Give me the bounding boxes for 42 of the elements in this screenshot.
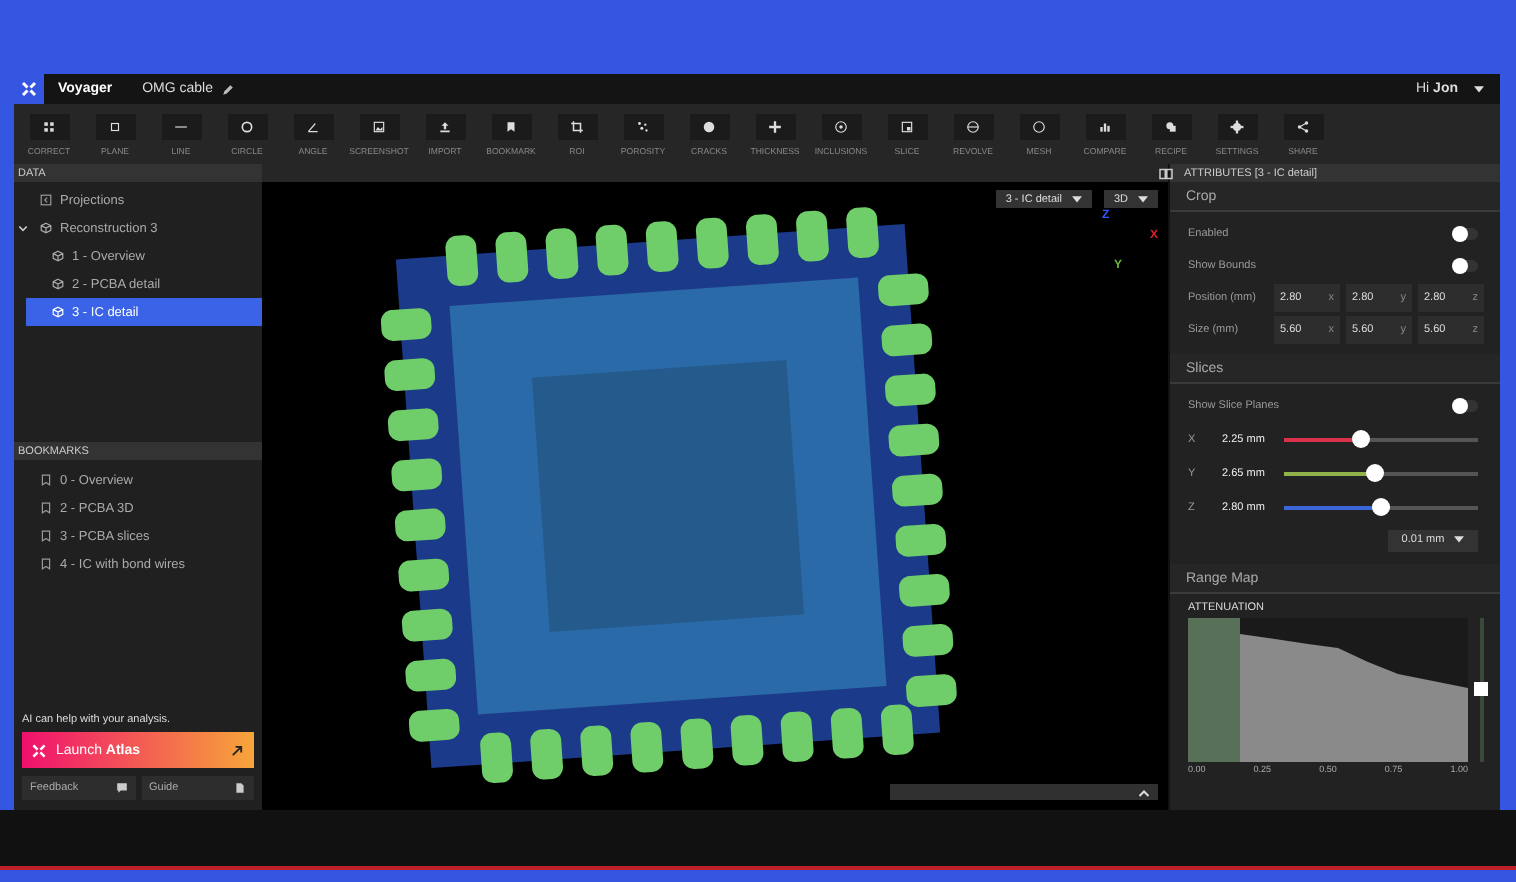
bar-chart-icon xyxy=(1098,119,1112,133)
cube-icon xyxy=(52,250,64,262)
slider-thumb[interactable] xyxy=(1474,682,1488,696)
disc-icon xyxy=(702,119,716,133)
target-icon xyxy=(834,119,848,133)
cube-icon xyxy=(52,306,64,318)
crop-icon xyxy=(570,119,584,133)
image-icon xyxy=(40,194,52,206)
circle-icon xyxy=(240,119,254,133)
share-icon xyxy=(1296,119,1310,133)
square-icon xyxy=(900,119,914,133)
caret-icon xyxy=(1071,195,1082,203)
angle-icon xyxy=(306,119,320,133)
circle-icon xyxy=(1032,119,1046,133)
chat-icon xyxy=(115,782,127,795)
toggle-switch[interactable] xyxy=(1454,228,1478,240)
cube-icon xyxy=(40,222,52,234)
toggle-switch[interactable] xyxy=(1454,260,1478,272)
globe-icon xyxy=(966,119,980,133)
chevron-icon xyxy=(18,223,28,233)
pencil-icon[interactable] xyxy=(221,83,234,95)
bookmark-icon xyxy=(40,530,52,542)
upload-icon xyxy=(438,119,452,133)
document-icon xyxy=(234,782,246,795)
bookmark-icon xyxy=(40,558,52,570)
caret-icon xyxy=(1138,195,1148,203)
book-icon[interactable] xyxy=(1158,167,1174,179)
bookmark-icon xyxy=(504,119,518,133)
caret-icon xyxy=(1454,536,1465,544)
dots-icon xyxy=(636,119,650,133)
bookmark-icon xyxy=(40,502,52,514)
toggle-switch[interactable] xyxy=(1454,400,1478,412)
sparkle-icon xyxy=(32,743,46,758)
caret-icon[interactable] xyxy=(1474,85,1484,93)
image-icon xyxy=(372,119,386,133)
cube-icon xyxy=(52,278,64,290)
chevron-icon xyxy=(1138,787,1150,798)
square-icon xyxy=(108,119,122,133)
grid-icon xyxy=(42,119,56,133)
shapes-icon xyxy=(1164,119,1178,133)
bookmark-icon xyxy=(40,474,52,486)
arrow-icon xyxy=(230,743,244,758)
